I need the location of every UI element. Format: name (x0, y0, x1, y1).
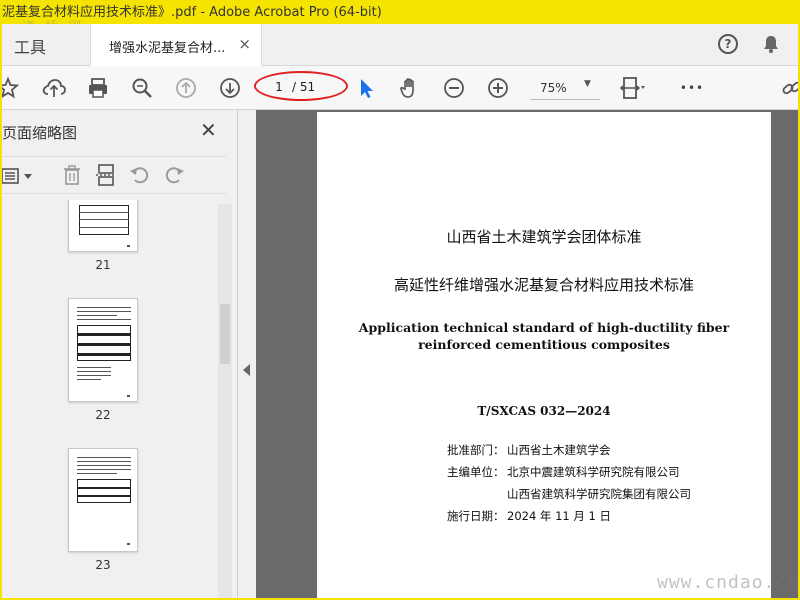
doc-title-cn: 高延性纤维增强水泥基复合材料应用技术标准 (393, 276, 694, 294)
approver-label: 批准部门： (447, 443, 505, 457)
star-icon[interactable] (2, 74, 22, 102)
pdf-page: 山西省土木建筑学会团体标准 高延性纤维增强水泥基复合材料应用技术标准 Appli… (317, 112, 771, 598)
tab-close-icon[interactable]: × (238, 35, 251, 53)
doc-title-en-line2: reinforced cementitious composites (418, 337, 670, 352)
approver-value: 山西省土木建筑学会 (507, 443, 611, 457)
highlight-oval (254, 71, 348, 101)
zoom-value: 75% (540, 81, 567, 95)
thumbnail-page-number: 21 (95, 258, 111, 272)
thumbnail-toolbar (2, 156, 226, 194)
thumbnail-panel: 页面缩略图 ✕ 21 22 23 (2, 110, 238, 598)
rotate-right-icon[interactable] (162, 163, 186, 191)
tab-document[interactable]: 增强水泥基复合材... × (90, 24, 262, 67)
thumbnail-scrollbar[interactable] (218, 204, 232, 598)
editor-value-1: 北京中震建筑科学研究院有限公司 (507, 465, 680, 479)
thumbnail-page[interactable] (68, 448, 138, 552)
chevron-down-icon[interactable]: ▼ (584, 79, 591, 89)
date-value: 2024 年 11 月 1 日 (507, 509, 611, 523)
print-icon[interactable] (84, 74, 112, 102)
help-icon[interactable]: ? (718, 34, 738, 54)
panel-title: 页面缩略图 (2, 124, 78, 142)
panel-close-icon[interactable]: ✕ (200, 118, 217, 142)
main-toolbar: 1 / 51 75% ▼ ••• (2, 66, 798, 110)
trash-icon[interactable] (60, 163, 84, 191)
select-cursor-icon[interactable] (352, 74, 380, 102)
more-icon[interactable]: ••• (678, 74, 706, 102)
zoom-out-icon[interactable] (440, 74, 468, 102)
thumbnail-page-number: 22 (95, 408, 111, 422)
search-zoom-icon[interactable] (128, 74, 156, 102)
hand-icon[interactable] (396, 74, 424, 102)
acrobat-window: 泥基复合材料应用技术标准》.pdf - Adobe Acrobat Pro (6… (2, 2, 798, 598)
fit-page-icon[interactable] (618, 74, 646, 102)
date-label: 施行日期： (447, 509, 505, 523)
doc-title-en-line1: Application technical standard of high-d… (358, 320, 730, 335)
panel-splitter[interactable] (238, 110, 256, 598)
bell-icon[interactable] (760, 33, 782, 59)
doc-org: 山西省土木建筑学会团体标准 (446, 228, 642, 246)
thumbnail-page[interactable] (68, 200, 138, 252)
tab-bar: 工具 增强水泥基复合材... × ? (2, 24, 798, 67)
thumbnail-page[interactable] (68, 298, 138, 402)
collapse-arrow-icon[interactable] (243, 364, 250, 376)
thumbnail-page-number: 23 (95, 558, 111, 572)
document-view[interactable]: 山西省土木建筑学会团体标准 高延性纤维增强水泥基复合材料应用技术标准 Appli… (256, 110, 798, 598)
editor-value-2: 山西省建筑科学研究院集团有限公司 (507, 487, 691, 501)
page-down-icon[interactable] (216, 74, 244, 102)
tab-tools[interactable]: 工具 (14, 34, 46, 58)
window-title-bar: 泥基复合材料应用技术标准》.pdf - Adobe Acrobat Pro (6… (2, 2, 798, 24)
tab-document-label: 增强水泥基复合材... (109, 41, 226, 56)
thumbnail-options-icon[interactable] (2, 165, 38, 191)
page-up-icon[interactable] (172, 74, 200, 102)
rotate-left-icon[interactable] (128, 163, 152, 191)
doc-code: T/SXCAS 032—2024 (477, 404, 611, 418)
scrollbar-thumb[interactable] (220, 304, 230, 364)
extract-page-icon[interactable] (94, 163, 118, 191)
upload-cloud-icon[interactable] (40, 74, 68, 102)
zoom-in-icon[interactable] (484, 74, 512, 102)
editor-label: 主编单位： (447, 465, 505, 479)
link-icon[interactable] (778, 74, 798, 102)
watermark-bottom: www.cndao.co (657, 572, 798, 593)
thumbnail-list: 21 22 23 (2, 200, 218, 598)
